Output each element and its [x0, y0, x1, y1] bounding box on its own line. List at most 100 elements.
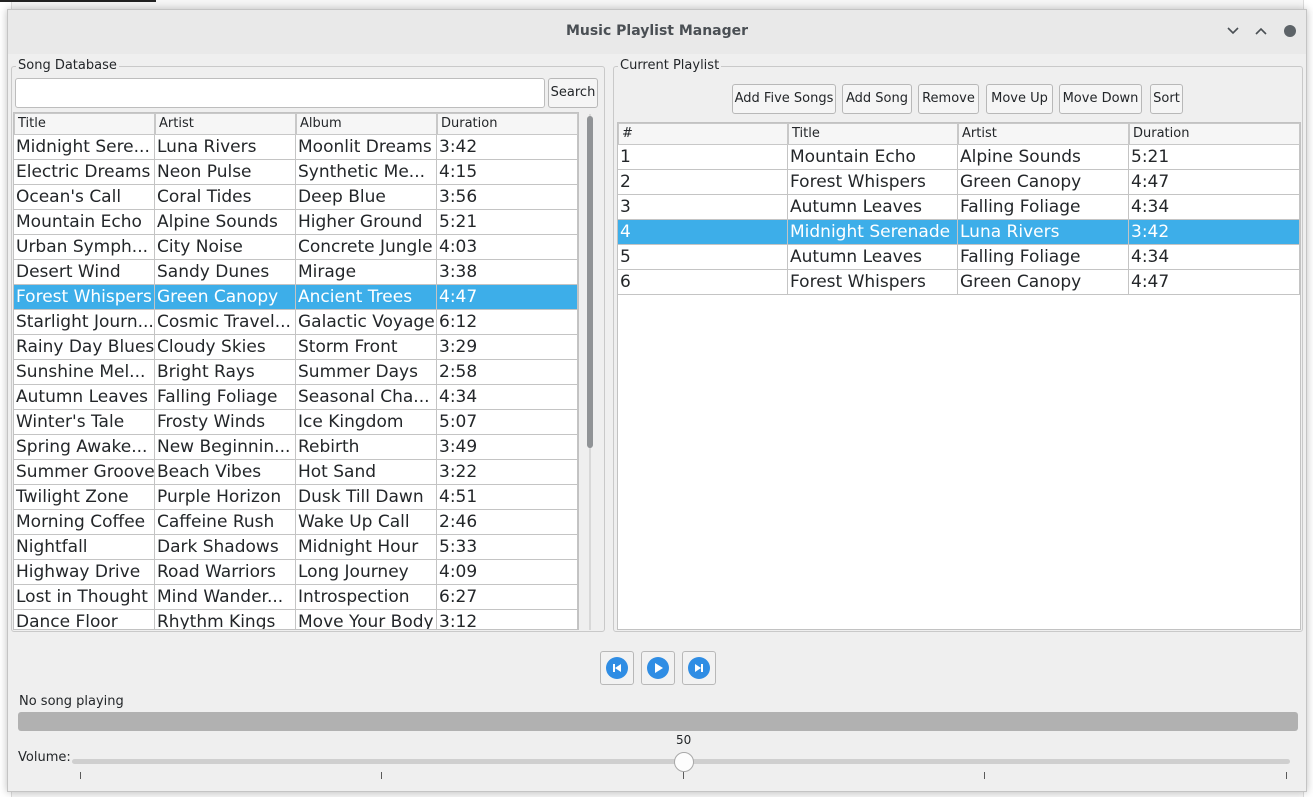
playlist-row[interactable]: 3 Autumn Leaves Falling Foliage 4:34: [618, 195, 1300, 220]
window-title: Music Playlist Manager: [565, 23, 749, 39]
song-cell-artist: Luna Rivers: [155, 135, 296, 160]
playlist-cell-duration: 4:47: [1129, 170, 1300, 195]
song-cell-duration: 4:51: [437, 485, 578, 510]
song-cell-duration: 6:27: [437, 585, 578, 610]
song-cell-artist: Coral Tides: [155, 185, 296, 210]
column-header-artist[interactable]: Artist: [155, 113, 296, 135]
song-row[interactable]: Autumn Leaves Falling Foliage Seasonal Cha…: [14, 385, 578, 410]
song-row[interactable]: Midnight Sere... Luna Rivers Moonlit Dream…: [14, 135, 578, 160]
song-cell-duration: 5:33: [437, 535, 578, 560]
search-input[interactable]: [15, 78, 545, 108]
song-cell-title: Midnight Sere...: [14, 135, 155, 160]
previous-button[interactable]: [600, 651, 634, 685]
add-song-button[interactable]: Add Song: [842, 84, 912, 114]
volume-tick: [381, 772, 382, 779]
add-five-songs-button[interactable]: Add Five Songs: [732, 84, 836, 114]
song-cell-artist: New Beginnin...: [155, 435, 296, 460]
playlist-cell-title: Autumn Leaves: [788, 245, 958, 270]
playlist-row[interactable]: 1 Mountain Echo Alpine Sounds 5:21: [618, 145, 1300, 170]
song-row[interactable]: Dance Floor Rhythm Kings Move Your Body 3:1…: [14, 610, 578, 629]
song-cell-album: Long Journey: [296, 560, 437, 585]
song-cell-duration: 4:03: [437, 235, 578, 260]
play-button[interactable]: [641, 651, 675, 685]
close-button[interactable]: [1284, 25, 1296, 37]
sort-button[interactable]: Sort: [1150, 84, 1183, 114]
song-cell-title: Summer Groove: [14, 460, 155, 485]
playlist-row[interactable]: 2 Forest Whispers Green Canopy 4:47: [618, 170, 1300, 195]
song-database-label: Song Database: [16, 58, 119, 73]
song-row[interactable]: Urban Symph... City Noise Concrete Jungle 4…: [14, 235, 578, 260]
title-bar[interactable]: Music Playlist Manager: [8, 10, 1306, 54]
playback-progress-bar[interactable]: [18, 712, 1298, 731]
song-cell-artist: Cosmic Travel...: [155, 310, 296, 335]
song-cell-title: Autumn Leaves: [14, 385, 155, 410]
song-row[interactable]: Spring Awake... New Beginnin... Rebirth 3:4…: [14, 435, 578, 460]
scrollbar-thumb[interactable]: [587, 116, 593, 448]
song-database-table[interactable]: Title Artist Album Duration Midnight Sere...…: [13, 112, 579, 630]
volume-slider-handle[interactable]: [674, 752, 694, 772]
playlist-cell-artist: Green Canopy: [958, 170, 1129, 195]
playlist-cell-title: Autumn Leaves: [788, 195, 958, 220]
song-database-scrollbar[interactable]: [586, 114, 594, 630]
song-row[interactable]: Twilight Zone Purple Horizon Dusk Till Daw…: [14, 485, 578, 510]
volume-tick: [984, 772, 985, 779]
song-row[interactable]: Lost in Thought Mind Wander... Introspecti…: [14, 585, 578, 610]
move-up-button[interactable]: Move Up: [986, 84, 1053, 114]
song-row[interactable]: Summer Groove Beach Vibes Hot Sand 3:22: [14, 460, 578, 485]
song-row[interactable]: Ocean's Call Coral Tides Deep Blue 3:56: [14, 185, 578, 210]
song-cell-title: Highway Drive: [14, 560, 155, 585]
maximize-button[interactable]: [1252, 22, 1270, 40]
song-row[interactable]: Winter's Tale Frosty Winds Ice Kingdom 5:07: [14, 410, 578, 435]
volume-value: 50: [676, 733, 692, 747]
song-cell-artist: Green Canopy: [155, 285, 296, 310]
move-down-button[interactable]: Move Down: [1059, 84, 1142, 114]
playlist-row[interactable]: 6 Forest Whispers Green Canopy 4:47: [618, 270, 1300, 295]
current-playlist-label: Current Playlist: [618, 58, 722, 73]
song-row[interactable]: Forest Whispers Green Canopy Ancient Trees…: [14, 285, 578, 310]
song-row[interactable]: Mountain Echo Alpine Sounds Higher Ground 5…: [14, 210, 578, 235]
column-header-title[interactable]: Title: [14, 113, 155, 135]
song-cell-title: Rainy Day Blues: [14, 335, 155, 360]
playlist-cell-duration: 3:42: [1129, 220, 1300, 245]
song-row[interactable]: Rainy Day Blues Cloudy Skies Storm Front 3:…: [14, 335, 578, 360]
playlist-cell-number: 5: [618, 245, 788, 270]
song-cell-duration: 4:09: [437, 560, 578, 585]
song-row[interactable]: Highway Drive Road Warriors Long Journey 4:…: [14, 560, 578, 585]
chevron-down-icon: [1227, 27, 1239, 35]
playlist-cell-duration: 4:47: [1129, 270, 1300, 295]
playlist-cell-duration: 4:34: [1129, 245, 1300, 270]
column-header-album[interactable]: Album: [296, 113, 437, 135]
now-playing-status: No song playing: [19, 694, 124, 709]
song-row[interactable]: Morning Coffee Caffeine Rush Wake Up Call 2…: [14, 510, 578, 535]
column-header-artist[interactable]: Artist: [958, 123, 1129, 145]
app-window: Music Playlist Manager Song Database Sea…: [7, 9, 1307, 792]
song-row[interactable]: Nightfall Dark Shadows Midnight Hour 5:33: [14, 535, 578, 560]
column-header-number[interactable]: #: [618, 123, 788, 145]
song-cell-title: Forest Whispers: [14, 285, 155, 310]
playlist-row[interactable]: 5 Autumn Leaves Falling Foliage 4:34: [618, 245, 1300, 270]
minimize-button[interactable]: [1224, 22, 1242, 40]
playlist-cell-number: 3: [618, 195, 788, 220]
song-cell-duration: 3:29: [437, 335, 578, 360]
song-row[interactable]: Electric Dreams Neon Pulse Synthetic Me...…: [14, 160, 578, 185]
song-cell-album: Hot Sand: [296, 460, 437, 485]
song-cell-album: Seasonal Cha...: [296, 385, 437, 410]
song-cell-album: Summer Days: [296, 360, 437, 385]
song-cell-duration: 3:56: [437, 185, 578, 210]
song-row[interactable]: Starlight Journ... Cosmic Travel... Galact…: [14, 310, 578, 335]
search-button[interactable]: Search: [548, 78, 598, 108]
song-cell-duration: 3:38: [437, 260, 578, 285]
column-header-title[interactable]: Title: [788, 123, 958, 145]
column-header-duration[interactable]: Duration: [1129, 123, 1300, 145]
next-button[interactable]: [682, 651, 716, 685]
column-header-duration[interactable]: Duration: [437, 113, 578, 135]
current-playlist-table[interactable]: # Title Artist Duration 1 Mountain Echo Alpine…: [617, 122, 1301, 630]
song-cell-artist: Neon Pulse: [155, 160, 296, 185]
playlist-row[interactable]: 4 Midnight Serenade Luna Rivers 3:42: [618, 220, 1300, 245]
song-cell-duration: 4:34: [437, 385, 578, 410]
remove-button[interactable]: Remove: [918, 84, 979, 114]
song-cell-album: Synthetic Me...: [296, 160, 437, 185]
song-cell-duration: 4:47: [437, 285, 578, 310]
song-row[interactable]: Desert Wind Sandy Dunes Mirage 3:38: [14, 260, 578, 285]
song-row[interactable]: Sunshine Mel... Bright Rays Summer Days 2:5…: [14, 360, 578, 385]
